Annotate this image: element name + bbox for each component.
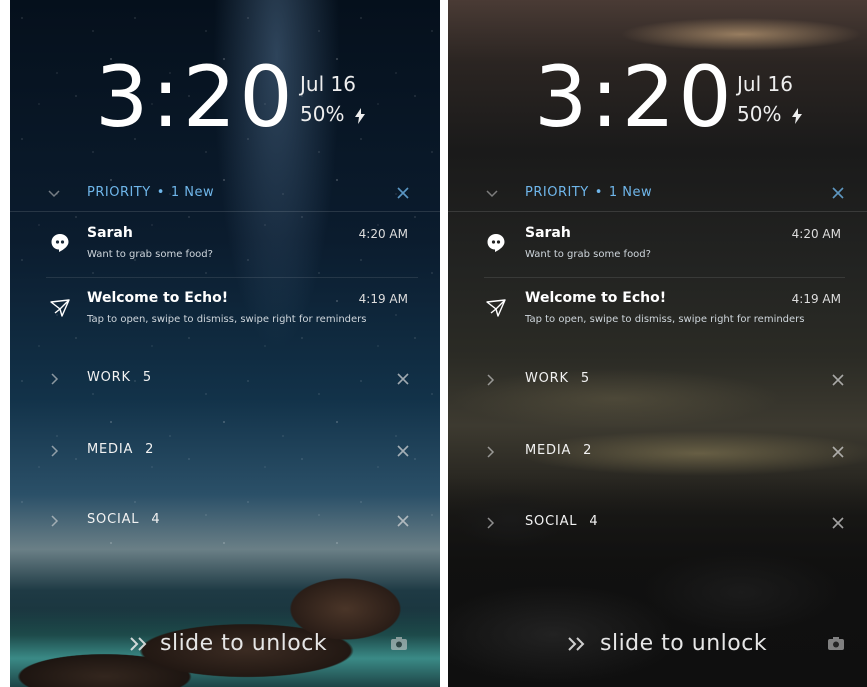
chevron-right-icon[interactable] [48, 444, 60, 458]
notification-time: 4:19 AM [791, 292, 841, 306]
battery-status: 50% [737, 102, 802, 126]
clock-time: 3:20 [95, 48, 296, 146]
chevron-right-icon[interactable] [48, 372, 60, 386]
category-label-group: MEDIA 2 [525, 443, 592, 458]
unlock-slider[interactable]: slide to unlock [448, 629, 867, 659]
notification-body: Want to grab some food? [525, 249, 651, 260]
hangouts-icon [51, 234, 69, 252]
category-label-group: SOCIAL 4 [87, 512, 160, 527]
lockscreen-starry: 3:20 Jul 16 50% PRIORITY • 1 New Sarah 4:2… [10, 0, 440, 687]
camera-icon[interactable] [390, 635, 408, 651]
category-work[interactable]: WORK 5 [448, 365, 867, 395]
category-label-group: SOCIAL 4 [525, 514, 598, 529]
priority-label-group: PRIORITY • 1 New [525, 185, 652, 200]
category-media[interactable]: MEDIA 2 [10, 436, 440, 466]
chevron-right-icon[interactable] [48, 514, 60, 528]
priority-label: PRIORITY [525, 185, 589, 200]
close-icon[interactable] [396, 372, 410, 386]
priority-new-count: 1 New [170, 185, 215, 200]
bolt-icon [791, 107, 802, 124]
bolt-icon [354, 107, 365, 124]
notification-time: 4:20 AM [791, 227, 841, 241]
battery-status: 50% [300, 102, 365, 126]
notification-body: Tap to open, swipe to dismiss, swipe rig… [87, 314, 367, 325]
priority-label-group: PRIORITY • 1 New [87, 185, 214, 200]
close-icon[interactable] [396, 186, 410, 200]
notification-item[interactable]: Sarah 4:20 AM Want to grab some food? [448, 219, 867, 277]
battery-percent: 50% [737, 102, 782, 126]
category-label: WORK [87, 370, 131, 385]
category-label-group: MEDIA 2 [87, 442, 154, 457]
divider [484, 277, 845, 278]
notification-title: Sarah [525, 225, 571, 241]
notification-item[interactable]: Welcome to Echo! 4:19 AM Tap to open, sw… [448, 284, 867, 342]
category-social[interactable]: SOCIAL 4 [448, 508, 867, 538]
category-label: MEDIA [525, 443, 572, 458]
notification-time: 4:20 AM [358, 227, 408, 241]
category-count: 4 [589, 514, 599, 529]
category-work[interactable]: WORK 5 [10, 364, 440, 394]
unlock-slider[interactable]: slide to unlock [10, 629, 440, 659]
category-count: 5 [580, 371, 590, 386]
priority-label: PRIORITY [87, 185, 151, 200]
divider [46, 277, 418, 278]
unlock-label: slide to unlock [600, 631, 768, 656]
notification-title: Welcome to Echo! [525, 290, 667, 306]
category-label: SOCIAL [87, 512, 140, 527]
dot-separator: • [156, 185, 165, 200]
category-count: 5 [142, 370, 152, 385]
notification-body: Tap to open, swipe to dismiss, swipe rig… [525, 314, 805, 325]
close-icon[interactable] [831, 516, 845, 530]
chevron-right-icon[interactable] [484, 516, 496, 530]
category-count: 4 [151, 512, 161, 527]
chevron-down-icon[interactable] [46, 185, 62, 201]
priority-header[interactable]: PRIORITY • 1 New [10, 175, 440, 212]
notification-item[interactable]: Welcome to Echo! 4:19 AM Tap to open, sw… [10, 284, 440, 342]
close-icon[interactable] [831, 373, 845, 387]
category-count: 2 [583, 443, 593, 458]
notification-time: 4:19 AM [358, 292, 408, 306]
coastal-rocks [10, 557, 440, 687]
notification-item[interactable]: Sarah 4:20 AM Want to grab some food? [10, 219, 440, 277]
chevron-right-icon[interactable] [484, 445, 496, 459]
battery-percent: 50% [300, 102, 345, 126]
dot-separator: • [594, 185, 603, 200]
close-icon[interactable] [831, 186, 845, 200]
date-label: Jul 16 [737, 72, 793, 96]
echo-bird-icon [486, 299, 506, 317]
category-label: SOCIAL [525, 514, 578, 529]
hangouts-icon [487, 234, 505, 252]
category-label-group: WORK 5 [525, 371, 590, 386]
unlock-label: slide to unlock [160, 631, 328, 656]
category-count: 2 [145, 442, 155, 457]
lockscreen-shore: 3:20 Jul 16 50% PRIORITY • 1 New Sarah 4:2… [448, 0, 867, 687]
category-social[interactable]: SOCIAL 4 [10, 506, 440, 536]
chevron-down-icon[interactable] [484, 185, 500, 201]
close-icon[interactable] [396, 514, 410, 528]
category-media[interactable]: MEDIA 2 [448, 437, 867, 467]
category-label: WORK [525, 371, 569, 386]
close-icon[interactable] [831, 445, 845, 459]
double-chevron-right-icon[interactable] [566, 635, 588, 653]
echo-bird-icon [50, 299, 70, 317]
date-label: Jul 16 [300, 72, 356, 96]
chevron-right-icon[interactable] [484, 373, 496, 387]
clock-time: 3:20 [534, 48, 735, 146]
category-label: MEDIA [87, 442, 134, 457]
priority-header[interactable]: PRIORITY • 1 New [448, 175, 867, 212]
camera-icon[interactable] [827, 635, 845, 651]
close-icon[interactable] [396, 444, 410, 458]
notification-body: Want to grab some food? [87, 249, 213, 260]
notification-title: Welcome to Echo! [87, 290, 229, 306]
notification-title: Sarah [87, 225, 133, 241]
category-label-group: WORK 5 [87, 370, 152, 385]
double-chevron-right-icon[interactable] [128, 635, 150, 653]
priority-new-count: 1 New [608, 185, 653, 200]
